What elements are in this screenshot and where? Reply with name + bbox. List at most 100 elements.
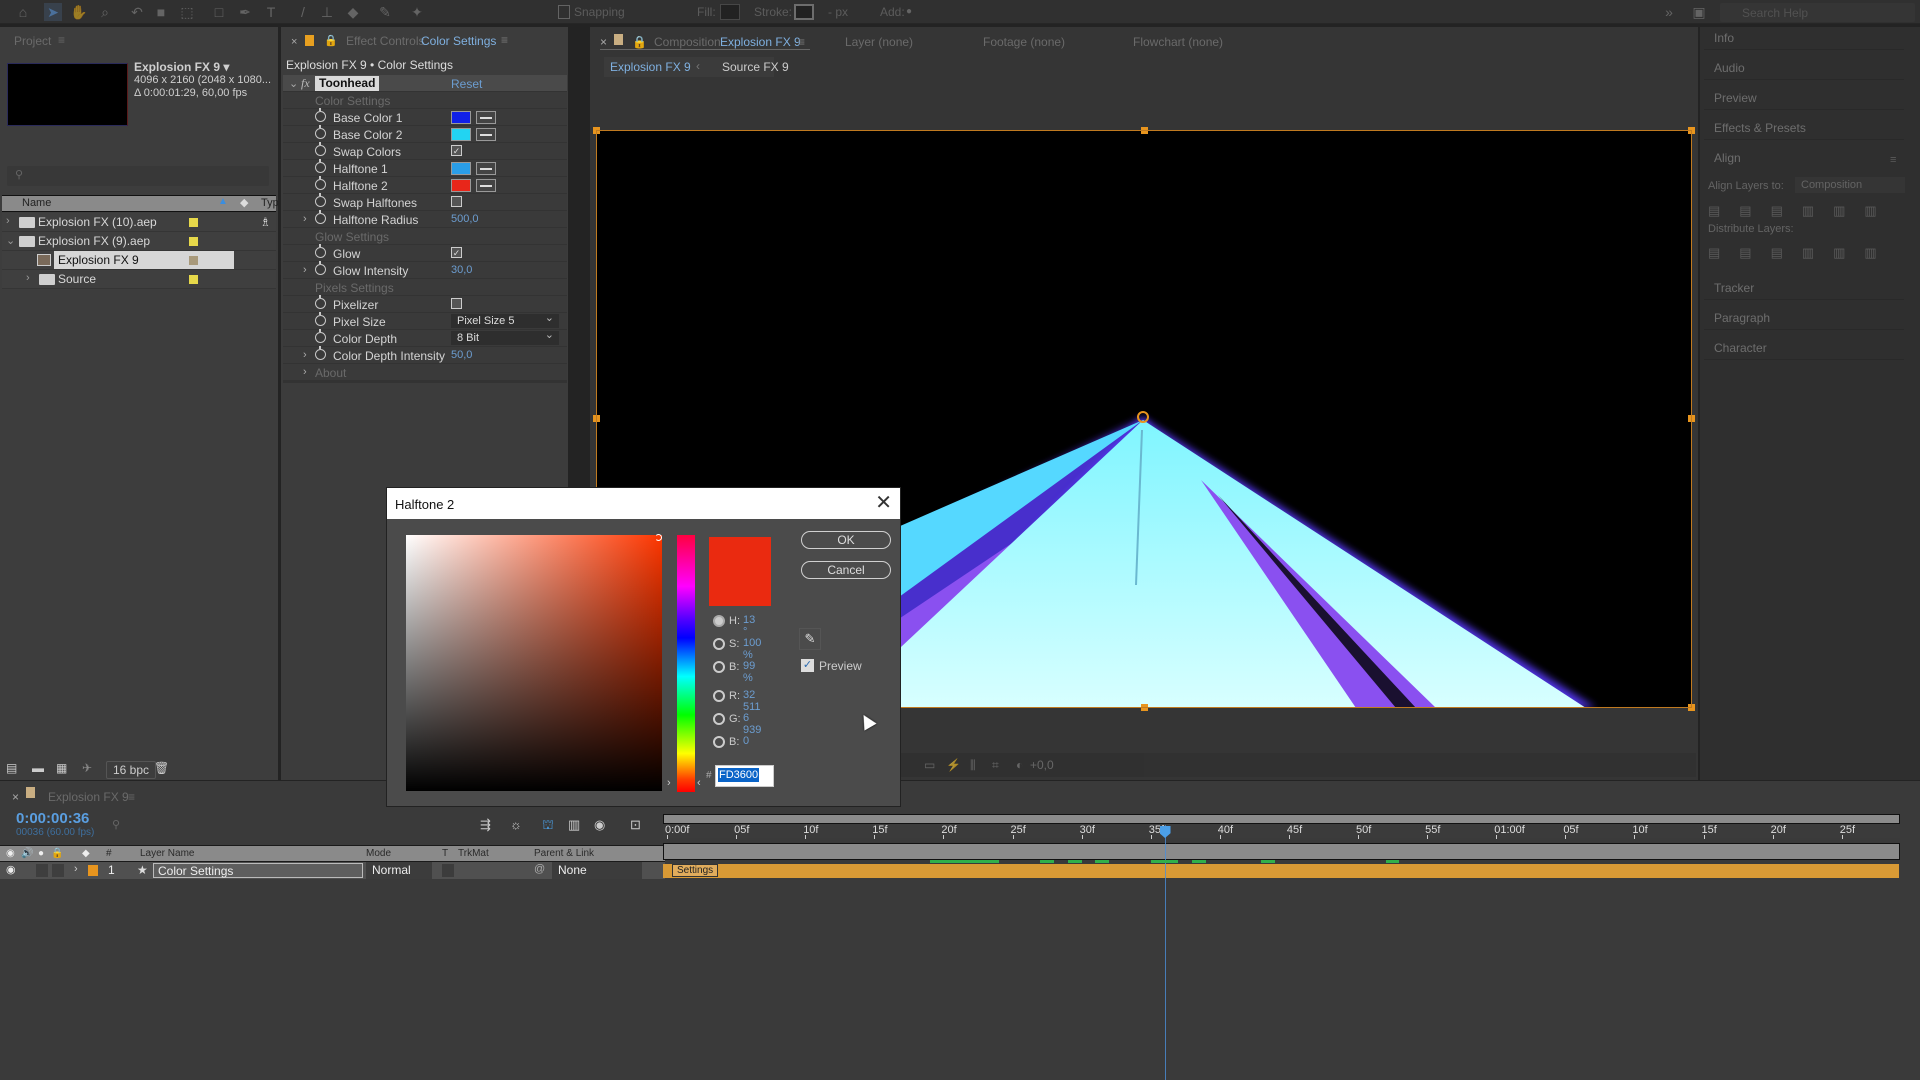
pan-behind-tool-icon[interactable]: ⬚: [178, 3, 196, 21]
type-tool-icon[interactable]: T: [262, 3, 280, 21]
radio-button[interactable]: [713, 638, 725, 650]
label-color-icon[interactable]: [88, 865, 98, 876]
panel-menu-icon[interactable]: ≡: [798, 35, 805, 49]
chevron-right-icon[interactable]: ›: [303, 349, 307, 361]
effect-property-row[interactable]: Color Depth 8 Bit: [283, 328, 567, 347]
stopwatch-icon[interactable]: [315, 193, 326, 207]
tab-footage[interactable]: Footage (none): [983, 35, 1065, 49]
zoom-tool-icon[interactable]: ⌕: [96, 3, 114, 21]
search-help-input[interactable]: Search Help: [1720, 3, 1915, 22]
project-item[interactable]: › Source: [2, 270, 276, 289]
color-swatch[interactable]: [451, 128, 471, 141]
effect-property-row[interactable]: › Halftone Radius 500,0: [283, 210, 567, 228]
hue-slider-right-arrow[interactable]: ‹: [697, 777, 701, 789]
motion-blur-icon[interactable]: ◉: [594, 817, 605, 833]
radio-button[interactable]: [713, 736, 725, 748]
column-mode[interactable]: Mode: [366, 848, 391, 859]
add-icon[interactable]: ●: [900, 3, 918, 21]
layer-duration-bar[interactable]: [663, 864, 1899, 878]
video-toggle-icon[interactable]: ◉: [6, 848, 15, 859]
rotate-tool-icon[interactable]: ↶: [128, 3, 146, 21]
tab-flowchart[interactable]: Flowchart (none): [1133, 35, 1223, 49]
preserve-transparency-switch[interactable]: [442, 864, 454, 877]
panel-menu-icon[interactable]: ≡: [58, 33, 65, 47]
exposure-value[interactable]: +0,0: [1030, 758, 1054, 772]
render-queue-icon[interactable]: ✈: [82, 761, 92, 775]
label-swatch[interactable]: [189, 218, 198, 227]
fx-icon[interactable]: fx: [301, 76, 310, 91]
time-navigator[interactable]: [663, 843, 1900, 860]
property-select[interactable]: 8 Bit: [451, 328, 559, 345]
color-depth-button[interactable]: 16 bpc: [106, 761, 157, 779]
panel-audio[interactable]: Audio: [1704, 57, 1904, 80]
cancel-button[interactable]: Cancel: [801, 561, 891, 579]
hex-input[interactable]: FD3600: [715, 765, 774, 787]
chevron-right-icon[interactable]: ›: [303, 213, 307, 225]
project-search-input[interactable]: ⚲: [7, 166, 269, 186]
preview-checkbox[interactable]: ✓: [801, 659, 814, 672]
close-tab-icon[interactable]: ×: [600, 35, 607, 49]
chevron-right-icon[interactable]: ›: [303, 366, 307, 378]
tab-layer-name[interactable]: Color Settings: [421, 34, 496, 48]
blend-mode-select[interactable]: Normal: [366, 862, 432, 879]
draft-3d-icon[interactable]: ☼: [510, 817, 522, 832]
panel-tracker[interactable]: Tracker: [1704, 277, 1904, 300]
property-checkbox[interactable]: ✓: [451, 247, 462, 258]
property-checkbox[interactable]: [451, 196, 462, 207]
stopwatch-icon[interactable]: [315, 329, 326, 343]
panel-info[interactable]: Info: [1704, 27, 1904, 50]
audio-toggle-icon[interactable]: 🔊: [21, 848, 33, 859]
color-swatch[interactable]: [451, 162, 471, 175]
rectangle-tool-icon[interactable]: □: [210, 3, 228, 21]
timeline-icon[interactable]: ⫼: [970, 758, 976, 773]
ok-button[interactable]: OK: [801, 531, 891, 549]
camera-tool-icon[interactable]: ■: [152, 3, 170, 21]
label-tag-icon[interactable]: ◆: [240, 196, 248, 209]
current-time-display[interactable]: 0:00:00:36: [16, 810, 89, 827]
effect-property-row[interactable]: Base Color 1: [283, 108, 567, 126]
stopwatch-icon[interactable]: [315, 210, 326, 224]
align-buttons[interactable]: ▤▤▤▥▥▥: [1708, 203, 1896, 219]
panel-menu-icon[interactable]: ≡: [1890, 154, 1896, 166]
brush-tool-icon[interactable]: /: [294, 3, 312, 21]
lock-icon[interactable]: 🔒: [632, 35, 647, 49]
panel-align[interactable]: Align: [1704, 147, 1904, 169]
stopwatch-icon[interactable]: [315, 244, 326, 258]
lock-icon[interactable]: 🔒: [51, 848, 63, 859]
close-tab-icon[interactable]: ×: [12, 790, 19, 804]
stopwatch-icon[interactable]: [315, 142, 326, 156]
property-value[interactable]: 500,0: [451, 213, 479, 225]
anchor-point-icon[interactable]: [1137, 411, 1149, 423]
stroke-swatch[interactable]: [794, 4, 814, 20]
delete-icon[interactable]: 🗑: [154, 761, 169, 775]
property-value[interactable]: 50,0: [451, 349, 472, 361]
frame-blending-icon[interactable]: ▥: [568, 817, 580, 833]
composition-mini-flowchart-icon[interactable]: ⇶: [480, 817, 491, 833]
layer-row[interactable]: ◉ › 1 ★ Color Settings Normal @ None: [0, 862, 665, 879]
effect-property-row[interactable]: Pixel Size Pixel Size 5: [283, 311, 567, 330]
interpret-footage-icon[interactable]: ▤: [6, 761, 17, 775]
radio-button[interactable]: [713, 713, 725, 725]
effect-controls-tab[interactable]: × 🔒 Effect Controls Color Settings ≡: [281, 27, 568, 55]
tab-composition[interactable]: Explosion FX 9: [720, 35, 801, 49]
eyedropper-icon[interactable]: ✎: [799, 628, 821, 650]
column-layer-name[interactable]: Layer Name: [140, 848, 194, 859]
property-select[interactable]: Pixel Size 5: [451, 311, 559, 328]
saturation-brightness-field[interactable]: [406, 535, 662, 791]
panel-character[interactable]: Character: [1704, 337, 1904, 360]
effect-property-row[interactable]: › Color Depth Intensity 50,0: [283, 346, 567, 364]
stopwatch-icon[interactable]: [315, 108, 326, 122]
close-tab-icon[interactable]: ×: [291, 36, 297, 48]
snapping-checkbox[interactable]: [558, 5, 570, 19]
eyedropper-icon[interactable]: [476, 179, 496, 192]
panel-menu-icon[interactable]: ≡: [501, 33, 508, 47]
column-type[interactable]: Typ: [261, 197, 279, 209]
toggle-pixel-aspect-icon[interactable]: ▭: [924, 758, 935, 772]
align-to-select[interactable]: Composition: [1795, 177, 1905, 193]
panel-effects-presets[interactable]: Effects & Presets: [1704, 117, 1904, 140]
hue-slider-left-arrow[interactable]: ›: [667, 777, 671, 789]
clone-stamp-tool-icon[interactable]: ⊥: [318, 3, 336, 21]
puppet-tool-icon[interactable]: ✦: [408, 3, 426, 21]
chevron-right-icon[interactable]: ›: [6, 215, 10, 227]
chevron-down-icon[interactable]: ⌄: [289, 77, 298, 90]
